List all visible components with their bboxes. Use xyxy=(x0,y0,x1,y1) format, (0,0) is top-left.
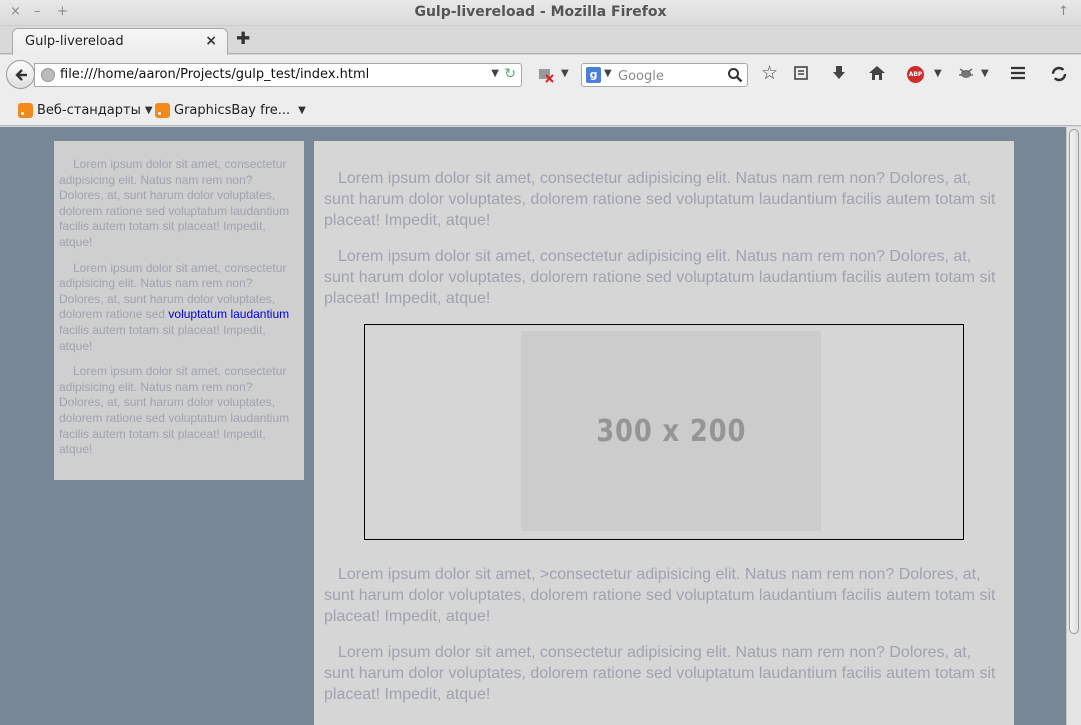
sidebar-paragraph: Lorem ipsum dolor sit amet, consectetur … xyxy=(59,364,290,457)
bookmark-label: GraphicsBay fre... xyxy=(174,102,291,118)
tab-strip: Gulp-livereload × ✚ xyxy=(0,26,1081,55)
bookmarks-menu-icon[interactable] xyxy=(793,65,809,85)
placeholder-image: 300 x 200 xyxy=(521,331,821,531)
downloads-icon[interactable] xyxy=(831,65,847,85)
window-title: Gulp-livereload - Mozilla Firefox xyxy=(414,4,667,20)
chevron-down-icon: ▼ xyxy=(144,104,153,116)
main-article: Lorem ipsum dolor sit amet, consectetur … xyxy=(314,141,1014,725)
back-button[interactable] xyxy=(6,60,35,89)
page-viewport: Lorem ipsum dolor sit amet, consectetur … xyxy=(0,127,1066,725)
bookmarks-toolbar: Веб-стандарты ▼ GraphicsBay fre... ▼ xyxy=(0,93,1081,126)
search-box[interactable]: g ▼ xyxy=(581,63,748,87)
new-tab-icon[interactable]: ✚ xyxy=(236,29,250,49)
no-script-icon[interactable] xyxy=(537,65,555,87)
url-text: file:///home/aaron/Projects/gulp_test/in… xyxy=(60,67,370,82)
scrollbar-thumb[interactable] xyxy=(1069,129,1079,634)
chevron-down-icon: ▼ xyxy=(298,104,306,116)
sidebar-paragraph: Lorem ipsum dolor sit amet, consectetur … xyxy=(59,260,290,353)
search-input[interactable] xyxy=(618,67,726,85)
abp-dropdown-icon[interactable]: ▼ xyxy=(934,65,942,83)
image-frame: 300 x 200 xyxy=(364,324,964,540)
rss-feed-icon xyxy=(18,102,33,118)
firebug-dropdown-icon[interactable]: ▼ xyxy=(981,65,989,83)
back-arrow-icon xyxy=(15,69,27,81)
article-paragraph: Lorem ipsum dolor sit amet, >consectetur… xyxy=(324,566,996,625)
voluptatum-laudantium-link[interactable]: voluptatum laudantium xyxy=(168,307,289,321)
home-icon[interactable] xyxy=(868,65,886,85)
google-engine-icon[interactable]: g xyxy=(586,67,601,83)
vertical-scrollbar[interactable] xyxy=(1066,127,1081,725)
reload-icon[interactable]: ↻ xyxy=(504,66,516,82)
bookmark-star-icon[interactable]: ☆ xyxy=(761,64,778,83)
article-paragraph: Lorem ipsum dolor sit amet, consectetur … xyxy=(324,170,996,229)
no-script-dropdown-icon[interactable]: ▼ xyxy=(561,65,569,83)
article-paragraph: Lorem ipsum dolor sit amet, consectetur … xyxy=(324,644,996,703)
sidebar-paragraph: Lorem ipsum dolor sit amet, consectetur … xyxy=(59,157,290,249)
bookmark-label: Веб-стандарты xyxy=(37,102,141,118)
history-dropdown-icon[interactable]: ▼ xyxy=(491,68,499,79)
tab-label: Gulp-livereload xyxy=(25,34,124,49)
rss-feed-icon xyxy=(155,102,170,118)
search-icon[interactable] xyxy=(727,67,743,83)
article-paragraph: Lorem ipsum dolor sit amet, consectetur … xyxy=(324,248,996,307)
adblock-plus-icon[interactable]: ABP xyxy=(907,66,924,83)
window-titlebar: × – + Gulp-livereload - Mozilla Firefox … xyxy=(0,0,1081,26)
placeholder-image-label: 300 x 200 xyxy=(595,413,747,449)
engine-dropdown-icon[interactable]: ▼ xyxy=(604,68,612,79)
bookmark-folder-graphicsbay[interactable]: GraphicsBay fre... ▼ xyxy=(155,101,306,119)
sidebar: Lorem ipsum dolor sit amet, consectetur … xyxy=(54,141,304,480)
tab-close-icon[interactable]: × xyxy=(205,33,217,49)
globe-icon xyxy=(41,68,55,82)
tab-gulp-livereload[interactable]: Gulp-livereload × xyxy=(12,28,228,55)
url-bar[interactable]: file:///home/aaron/Projects/gulp_test/in… xyxy=(34,63,522,87)
menu-icon[interactable] xyxy=(1009,65,1027,85)
bookmark-folder-web-standards[interactable]: Веб-стандарты ▼ xyxy=(18,101,153,119)
pin-window-icon[interactable]: ↑ xyxy=(1058,4,1069,20)
firebug-icon[interactable] xyxy=(957,65,975,85)
sync-icon[interactable] xyxy=(1050,65,1068,87)
